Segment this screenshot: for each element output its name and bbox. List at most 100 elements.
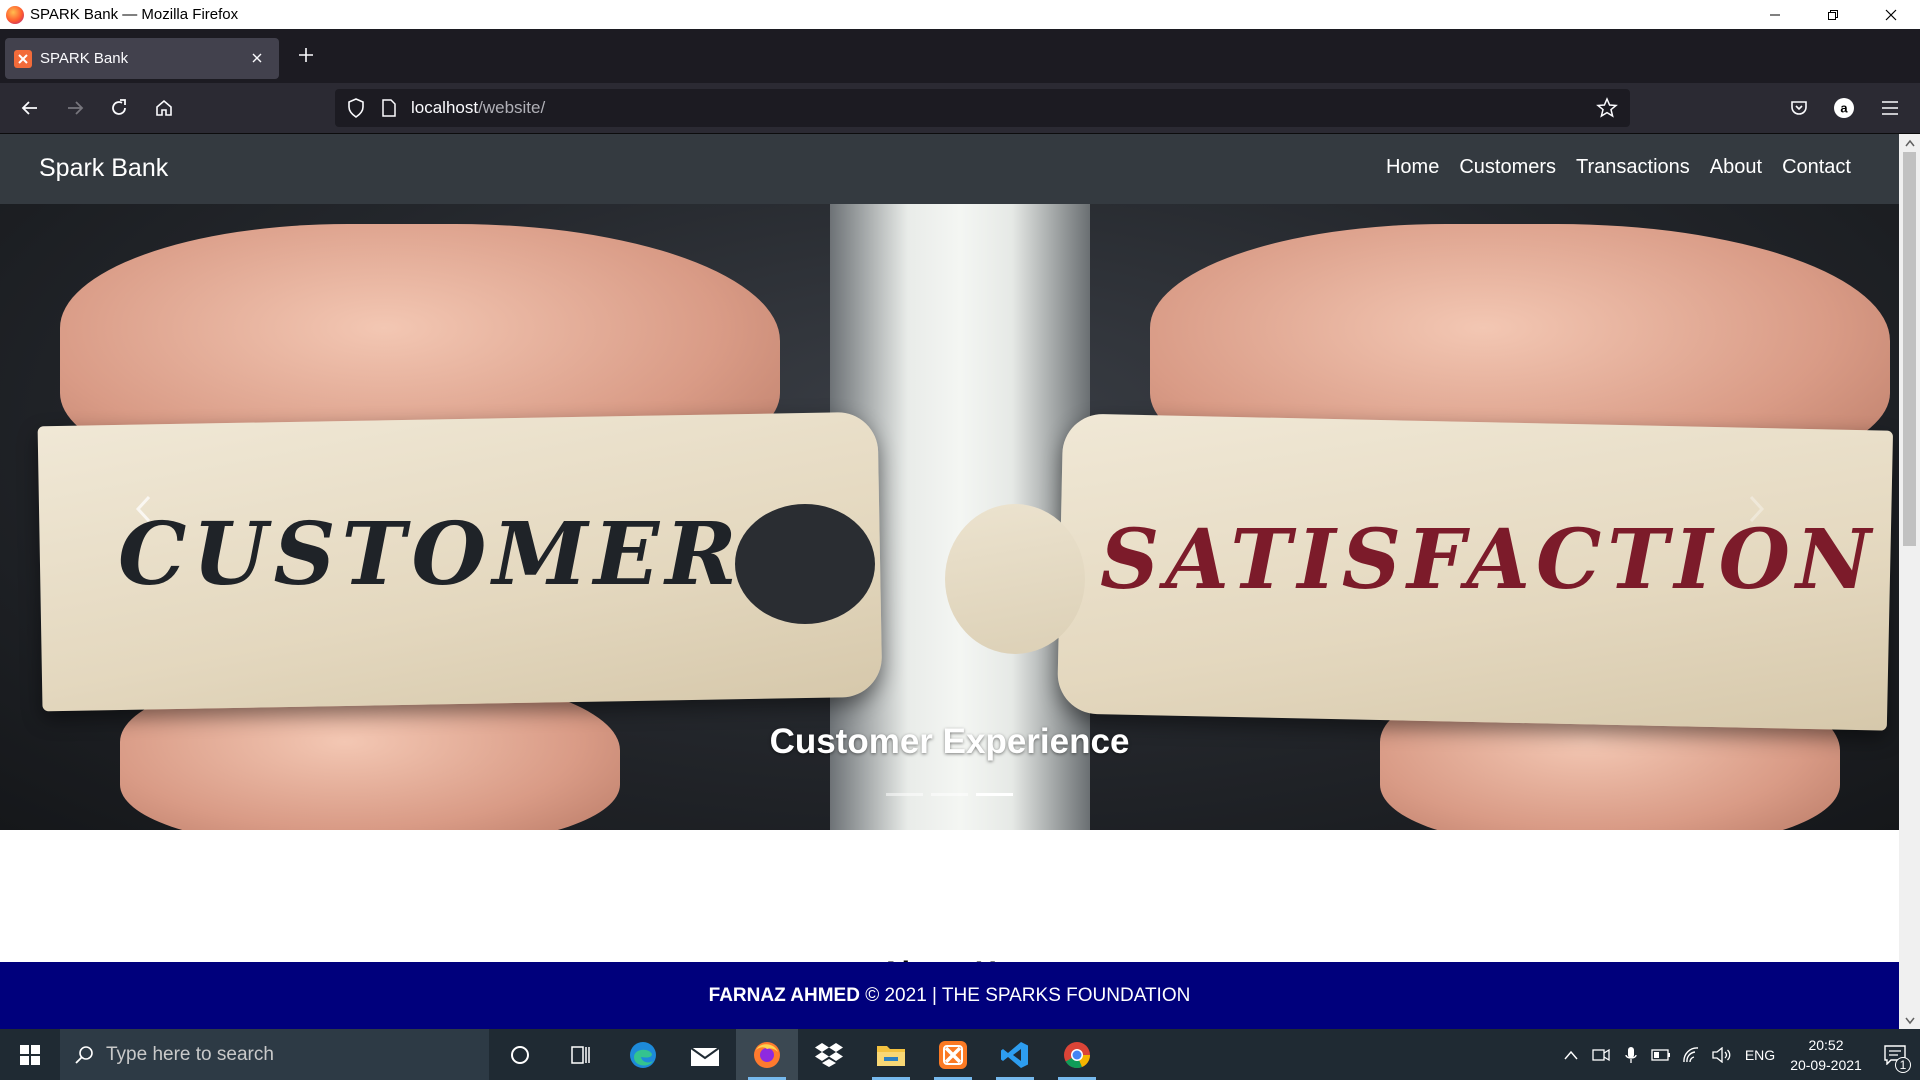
hero-word-customer: CUSTOMER (118, 504, 743, 605)
taskbar-search-box[interactable]: Type here to search (60, 1029, 489, 1080)
action-center-button[interactable]: 1 (1870, 1044, 1920, 1073)
clock-date: 20-09-2021 (1790, 1056, 1862, 1073)
restore-icon (1828, 9, 1838, 20)
taskbar-file-explorer[interactable] (860, 1029, 922, 1080)
home-button[interactable] (151, 95, 177, 121)
hamburger-menu-icon (1882, 101, 1898, 115)
nav-transactions-link[interactable]: Transactions (1576, 156, 1690, 179)
vscode-icon (1001, 1041, 1028, 1068)
tab-spark-bank[interactable]: SPARK Bank (5, 38, 279, 79)
show-hidden-icons-button[interactable] (1556, 1050, 1586, 1060)
windows-logo-icon (20, 1044, 40, 1065)
battery-icon (1651, 1048, 1670, 1061)
dropbox-icon (815, 1042, 843, 1067)
start-button[interactable] (0, 1029, 60, 1080)
url-text[interactable]: localhost/website/ (411, 98, 545, 118)
cortana-button[interactable] (489, 1029, 551, 1080)
forward-button[interactable] (62, 95, 88, 121)
taskbar-edge[interactable] (612, 1029, 674, 1080)
bookmark-star-button[interactable] (1594, 95, 1620, 121)
window-title: SPARK Bank — Mozilla Firefox (30, 6, 239, 23)
close-window-button[interactable] (1862, 0, 1920, 29)
speaker-icon (1712, 1046, 1731, 1063)
page-info-icon[interactable] (379, 95, 399, 121)
chrome-icon (1064, 1041, 1090, 1068)
url-host: localhost (411, 98, 479, 117)
carousel-prev-button[interactable] (124, 484, 164, 534)
nav-home-link[interactable]: Home (1386, 156, 1439, 179)
home-icon (156, 99, 172, 116)
taskbar-search-placeholder: Type here to search (106, 1043, 274, 1065)
volume-button[interactable] (1706, 1046, 1738, 1063)
page-scrollbar[interactable] (1899, 134, 1920, 1029)
taskbar-dropbox[interactable] (798, 1029, 860, 1080)
xampp-icon (939, 1040, 967, 1069)
footer-name: FARNAZ AHMED (708, 985, 860, 1006)
firefox-logo-icon (6, 5, 24, 24)
system-tray: ENG 20:52 20-09-2021 1 (1556, 1029, 1920, 1080)
edge-icon (630, 1041, 656, 1068)
plus-icon (299, 48, 313, 62)
puzzle-knob (945, 504, 1085, 654)
close-icon (252, 53, 262, 63)
tab-title: SPARK Bank (40, 50, 129, 67)
minimize-button[interactable] (1746, 0, 1804, 29)
restore-button[interactable] (1804, 0, 1862, 29)
firefox-icon (754, 1041, 780, 1068)
tab-close-button[interactable] (247, 48, 267, 68)
clock-time: 20:52 (1808, 1036, 1844, 1053)
carousel-indicators (886, 793, 1013, 796)
folder-icon (877, 1045, 905, 1066)
reload-icon (112, 99, 126, 115)
taskbar-mail[interactable] (674, 1029, 736, 1080)
carousel-indicator-2[interactable] (931, 793, 968, 796)
reload-button[interactable] (106, 95, 132, 121)
microphone-icon (1625, 1046, 1637, 1063)
microphone-button[interactable] (1616, 1046, 1646, 1064)
amazon-icon: a (1834, 98, 1854, 118)
pocket-icon (1791, 101, 1807, 115)
site-brand-link[interactable]: Spark Bank (39, 154, 168, 183)
new-tab-button[interactable] (294, 43, 318, 67)
scroll-down-arrow-icon[interactable] (1903, 1014, 1916, 1027)
task-view-icon (571, 1045, 590, 1064)
taskbar-xampp[interactable] (922, 1029, 984, 1080)
taskbar-firefox[interactable] (736, 1029, 798, 1080)
app-menu-button[interactable] (1877, 95, 1903, 121)
input-language[interactable]: ENG (1738, 1047, 1782, 1063)
taskbar-chrome[interactable] (1046, 1029, 1108, 1080)
amazon-extension-button[interactable]: a (1831, 95, 1857, 121)
pocket-button[interactable] (1786, 95, 1812, 121)
close-icon (1885, 9, 1897, 20)
site-navbar: Spark Bank Home Customers Transactions A… (0, 134, 1899, 204)
nav-customers-link[interactable]: Customers (1459, 156, 1556, 179)
tracking-protection-shield-icon[interactable] (343, 95, 369, 121)
battery-button[interactable] (1646, 1048, 1676, 1061)
chevron-left-icon (135, 495, 151, 523)
back-button[interactable] (17, 95, 43, 121)
address-bar[interactable]: localhost/website/ (335, 89, 1630, 127)
site-footer: FARNAZ AHMED © 2021 | THE SPARKS FOUNDAT… (0, 962, 1899, 1029)
carousel-indicator-1[interactable] (886, 793, 923, 796)
arrow-right-icon (68, 101, 84, 115)
carousel-next-button[interactable] (1736, 484, 1776, 534)
network-button[interactable] (1676, 1046, 1706, 1063)
scrollbar-thumb[interactable] (1903, 152, 1916, 546)
site-nav-links: Home Customers Transactions About Contac… (1386, 156, 1851, 179)
nav-contact-link[interactable]: Contact (1782, 156, 1851, 179)
taskbar-clock[interactable]: 20:52 20-09-2021 (1782, 1035, 1870, 1075)
camera-icon (1592, 1048, 1610, 1061)
scroll-up-arrow-icon[interactable] (1903, 136, 1916, 149)
task-view-button[interactable] (550, 1029, 612, 1080)
page-viewport: Spark Bank Home Customers Transactions A… (0, 134, 1899, 1029)
window-titlebar: SPARK Bank — Mozilla Firefox (0, 0, 1920, 29)
nav-about-link[interactable]: About (1710, 156, 1762, 179)
browser-toolbar: localhost/website/ a (0, 83, 1920, 134)
arrow-left-icon (21, 101, 37, 115)
puzzle-notch (735, 504, 875, 624)
svg-text:a: a (1840, 101, 1848, 116)
taskbar-vscode[interactable] (984, 1029, 1046, 1080)
windows-taskbar: Type here to search ENG 20:52 20-09-2021… (0, 1029, 1920, 1080)
meet-now-button[interactable] (1586, 1047, 1616, 1063)
carousel-indicator-3[interactable] (976, 793, 1013, 796)
